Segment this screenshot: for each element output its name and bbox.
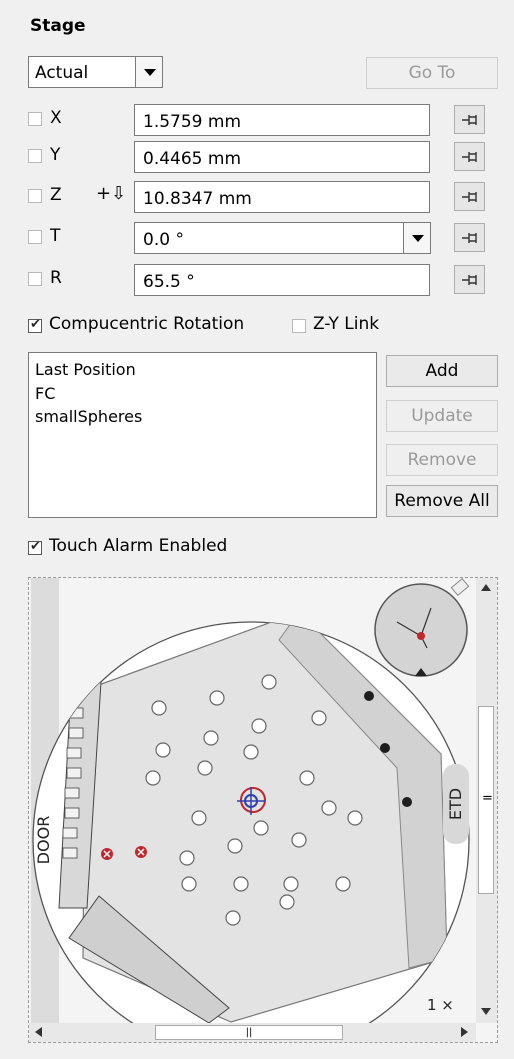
- stage-map[interactable]: DOOR ETD 1 × = ||: [28, 577, 498, 1043]
- stage-map-drawing[interactable]: DOOR ETD 1 ×: [29, 578, 474, 1023]
- scroll-right-icon[interactable]: [461, 1027, 468, 1037]
- axis-z-value: 10.8347 mm: [143, 189, 252, 209]
- axis-row-t: T 0.0 °: [28, 222, 498, 258]
- zy-link-checkbox[interactable]: [292, 319, 306, 333]
- add-button[interactable]: Add: [386, 355, 498, 387]
- zoom-label: 1 ×: [427, 996, 454, 1014]
- chevron-down-icon[interactable]: [403, 222, 431, 254]
- axis-row-y: Y 0.4465 mm: [28, 141, 498, 177]
- axis-z-field[interactable]: 10.8347 mm: [134, 181, 430, 213]
- pin-y-button[interactable]: [454, 142, 485, 171]
- remove-all-button[interactable]: Remove All: [386, 485, 498, 517]
- door-label: DOOR: [34, 816, 53, 865]
- axis-t-dropdown[interactable]: 0.0 °: [134, 222, 431, 254]
- mode-value: Actual: [35, 63, 89, 83]
- chevron-down-icon[interactable]: [135, 56, 163, 88]
- pin-icon: [462, 233, 477, 243]
- list-item[interactable]: smallSpheres: [35, 407, 142, 426]
- marker-red-2[interactable]: [135, 846, 147, 858]
- axis-y-value: 0.4465 mm: [143, 149, 242, 169]
- touch-alarm-label[interactable]: Touch Alarm Enabled: [49, 536, 227, 556]
- axis-z-label: Z: [50, 185, 62, 205]
- pin-r-button[interactable]: [454, 265, 485, 294]
- orientation-indicator: [374, 578, 470, 677]
- pin-icon: [462, 192, 477, 202]
- stage-title: Stage: [30, 16, 86, 36]
- axis-t-value: 0.0 °: [143, 230, 184, 250]
- compucentric-checkbox[interactable]: [28, 317, 42, 333]
- marker-red-1[interactable]: [101, 848, 113, 860]
- pin-icon: [462, 152, 477, 162]
- axis-row-z: Z +⇩ 10.8347 mm: [28, 181, 498, 217]
- scroll-left-icon[interactable]: [35, 1027, 42, 1037]
- scroll-down-icon[interactable]: [481, 1008, 491, 1015]
- compucentric-label[interactable]: Compucentric Rotation: [49, 314, 244, 334]
- pin-t-button[interactable]: [454, 223, 485, 252]
- scroll-up-icon[interactable]: [481, 584, 491, 591]
- axis-x-field[interactable]: 1.5759 mm: [134, 104, 430, 136]
- mode-dropdown[interactable]: Actual: [28, 56, 163, 88]
- touch-alarm-checkbox[interactable]: [28, 539, 42, 555]
- axis-t-label: T: [50, 226, 61, 246]
- axis-x-value: 1.5759 mm: [143, 112, 242, 132]
- vertical-scrollbar[interactable]: =: [476, 578, 497, 1023]
- scroll-thumb-grip: =: [482, 791, 493, 806]
- horizontal-scroll-thumb[interactable]: ||: [155, 1025, 343, 1040]
- z-direction-icon: +⇩: [96, 183, 127, 204]
- list-item[interactable]: FC: [35, 384, 55, 403]
- axis-row-x: X 1.5759 mm: [28, 104, 498, 140]
- axis-r-checkbox[interactable]: [28, 272, 42, 286]
- axis-x-label: X: [50, 108, 62, 128]
- horizontal-scrollbar[interactable]: ||: [29, 1023, 476, 1042]
- axis-y-field[interactable]: 0.4465 mm: [134, 141, 430, 173]
- zy-link-label[interactable]: Z-Y Link: [313, 314, 379, 334]
- axis-z-checkbox[interactable]: [28, 189, 42, 203]
- pin-z-button[interactable]: [454, 182, 485, 211]
- positions-list[interactable]: Last Position FC smallSpheres: [28, 352, 377, 518]
- axis-y-checkbox[interactable]: [28, 149, 42, 163]
- pin-x-button[interactable]: [454, 105, 485, 134]
- update-button[interactable]: Update: [386, 400, 498, 432]
- remove-button[interactable]: Remove: [386, 444, 498, 476]
- pin-icon: [462, 115, 477, 125]
- goto-button[interactable]: Go To: [366, 57, 498, 89]
- axis-t-checkbox[interactable]: [28, 230, 42, 244]
- axis-x-checkbox[interactable]: [28, 112, 42, 126]
- axis-row-r: R 65.5 °: [28, 264, 498, 300]
- etd-label: ETD: [446, 788, 465, 820]
- axis-r-field[interactable]: 65.5 °: [134, 264, 430, 296]
- axis-y-label: Y: [50, 145, 61, 165]
- list-item[interactable]: Last Position: [35, 360, 136, 379]
- pin-icon: [462, 275, 477, 285]
- vertical-scroll-thumb[interactable]: =: [478, 706, 494, 894]
- axis-r-label: R: [50, 268, 62, 288]
- axis-r-value: 65.5 °: [143, 272, 195, 292]
